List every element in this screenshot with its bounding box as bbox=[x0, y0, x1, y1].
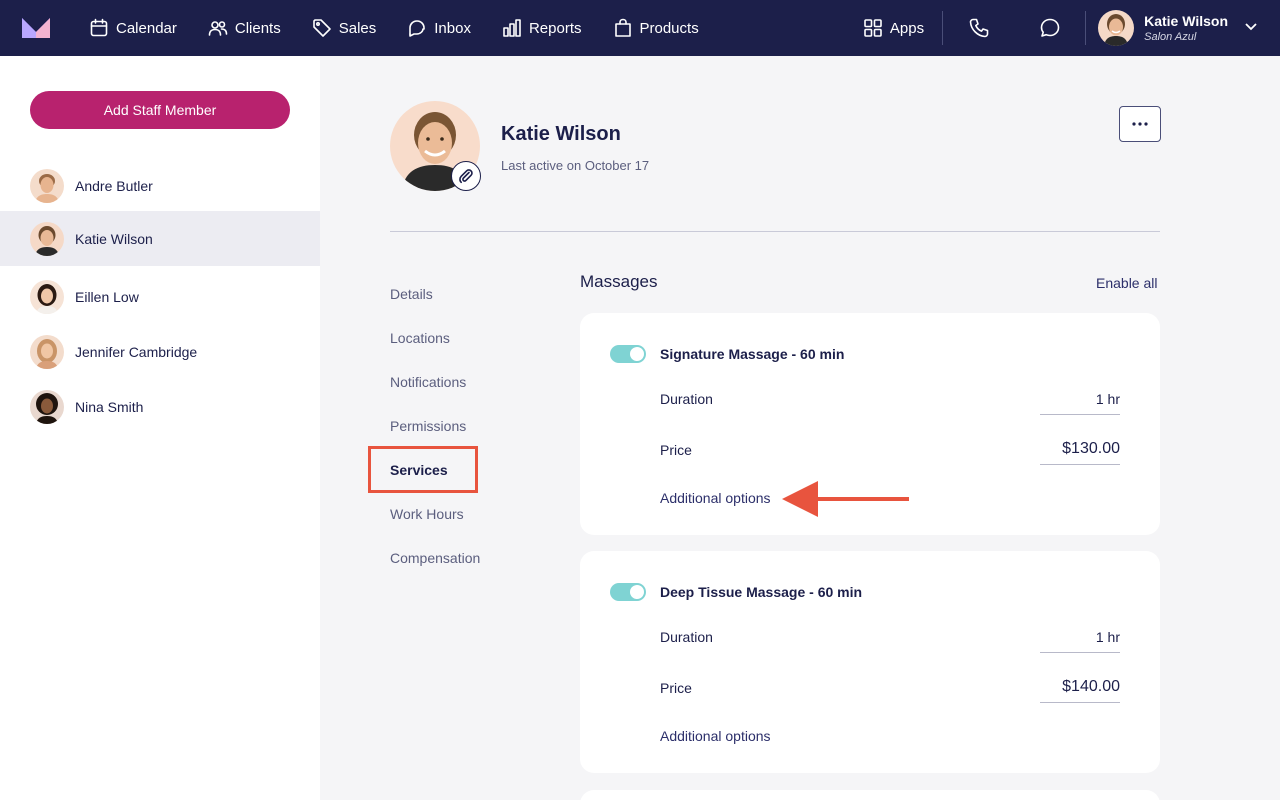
chat-bubble-icon bbox=[1040, 18, 1060, 37]
shopping-bag-icon bbox=[614, 18, 631, 37]
user-name: Katie Wilson bbox=[1144, 13, 1228, 29]
chat-button[interactable] bbox=[1015, 0, 1085, 56]
duration-field[interactable]: 1 hr bbox=[1040, 391, 1120, 415]
staff-name: Nina Smith bbox=[75, 398, 144, 415]
service-toggle[interactable] bbox=[610, 583, 646, 601]
nav-apps[interactable]: Apps bbox=[850, 0, 942, 56]
staff-item-eillen-low[interactable]: Eillen Low bbox=[0, 269, 320, 324]
phone-button[interactable] bbox=[943, 0, 1015, 56]
duration-field[interactable]: 1 hr bbox=[1040, 629, 1120, 653]
user-text: Katie Wilson Salon Azul bbox=[1144, 13, 1228, 43]
avatar bbox=[1098, 10, 1135, 46]
service-card: Deep Tissue Massage - 60 min Duration 1 … bbox=[580, 551, 1160, 773]
nav-apps-label: Apps bbox=[889, 19, 925, 37]
enable-all-link[interactable]: Enable all bbox=[1096, 275, 1158, 291]
menu-item-locations[interactable]: Locations bbox=[390, 330, 450, 346]
staff-name: Jennifer Cambridge bbox=[75, 343, 198, 360]
annotation-arrow-icon bbox=[782, 481, 909, 517]
staff-item-katie-wilson[interactable]: Katie Wilson bbox=[0, 211, 320, 266]
nav-products[interactable]: Products bbox=[600, 0, 717, 56]
price-field[interactable]: $140.00 bbox=[1040, 678, 1120, 703]
staff-item-nina-smith[interactable]: Nina Smith bbox=[0, 379, 320, 434]
user-salon: Salon Azul bbox=[1144, 31, 1197, 43]
section-title: Massages bbox=[580, 272, 658, 291]
staff-item-andre-butler[interactable]: Andre Butler bbox=[0, 158, 320, 213]
annotation-highlight-box bbox=[368, 446, 478, 493]
nav-clients[interactable]: Clients bbox=[195, 0, 299, 56]
price-label: Price bbox=[660, 442, 692, 458]
menu-item-permissions[interactable]: Permissions bbox=[390, 418, 466, 434]
nav-clients-label: Clients bbox=[234, 19, 281, 37]
nav-reports[interactable]: Reports bbox=[489, 0, 600, 56]
calendar-icon bbox=[90, 18, 108, 37]
nav-inbox-label: Inbox bbox=[434, 19, 471, 37]
nav-sales-label: Sales bbox=[338, 19, 377, 37]
price-field[interactable]: $130.00 bbox=[1040, 440, 1120, 465]
menu-item-details[interactable]: Details bbox=[390, 286, 433, 302]
service-toggle[interactable] bbox=[610, 345, 646, 363]
apps-grid-icon bbox=[864, 19, 882, 37]
staff-name: Andre Butler bbox=[75, 177, 153, 194]
additional-options-link[interactable]: Additional options bbox=[660, 490, 771, 506]
service-name: Signature Massage - 60 min bbox=[660, 346, 845, 362]
duration-label: Duration bbox=[660, 391, 713, 407]
service-card bbox=[580, 790, 1160, 800]
last-active-text: Last active on October 17 bbox=[501, 158, 650, 173]
bar-chart-icon bbox=[503, 19, 521, 37]
additional-options-link[interactable]: Additional options bbox=[660, 728, 771, 744]
tag-icon bbox=[312, 19, 331, 37]
staff-name: Katie Wilson bbox=[75, 230, 153, 247]
user-menu[interactable]: Katie Wilson Salon Azul bbox=[1086, 10, 1280, 46]
add-staff-member-button[interactable]: Add Staff Member bbox=[30, 91, 290, 129]
profile-name: Katie Wilson bbox=[501, 123, 621, 145]
inbox-icon bbox=[409, 20, 426, 37]
nav-products-label: Products bbox=[639, 19, 699, 37]
staff-name: Eillen Low bbox=[75, 288, 139, 305]
menu-item-compensation[interactable]: Compensation bbox=[390, 550, 480, 566]
chevron-down-icon bbox=[1244, 19, 1258, 38]
price-label: Price bbox=[660, 680, 692, 696]
avatar bbox=[30, 168, 64, 203]
phone-icon bbox=[969, 18, 989, 38]
avatar bbox=[30, 279, 64, 314]
menu-item-notifications[interactable]: Notifications bbox=[390, 374, 466, 390]
nav-inbox[interactable]: Inbox bbox=[394, 0, 489, 56]
staff-item-jennifer-cambridge[interactable]: Jennifer Cambridge bbox=[0, 324, 320, 379]
top-navigation: Calendar Clients Sales Inbox Reports Pro… bbox=[0, 0, 1280, 56]
users-icon bbox=[208, 21, 228, 36]
paperclip-icon bbox=[459, 169, 473, 184]
avatar bbox=[30, 389, 64, 424]
nav-right-group: Apps Katie Wilson Salon Azul bbox=[850, 0, 1280, 56]
avatar bbox=[30, 334, 64, 369]
toggle-knob bbox=[630, 585, 644, 599]
staff-sidebar: Add Staff Member Andre Butler Katie Wils… bbox=[0, 56, 320, 800]
edit-photo-button[interactable] bbox=[451, 161, 481, 191]
more-options-button[interactable] bbox=[1119, 106, 1161, 142]
service-name: Deep Tissue Massage - 60 min bbox=[660, 584, 863, 600]
ellipsis-icon bbox=[1132, 122, 1148, 126]
nav-calendar-label: Calendar bbox=[116, 19, 177, 37]
toggle-knob bbox=[630, 347, 644, 361]
nav-calendar[interactable]: Calendar bbox=[76, 0, 195, 56]
nav-reports-label: Reports bbox=[528, 19, 582, 37]
divider bbox=[390, 231, 1160, 232]
nav-sales[interactable]: Sales bbox=[299, 0, 395, 56]
menu-item-work-hours[interactable]: Work Hours bbox=[390, 506, 464, 522]
duration-label: Duration bbox=[660, 629, 713, 645]
avatar bbox=[30, 221, 64, 256]
brand-logo-icon[interactable] bbox=[22, 18, 50, 38]
